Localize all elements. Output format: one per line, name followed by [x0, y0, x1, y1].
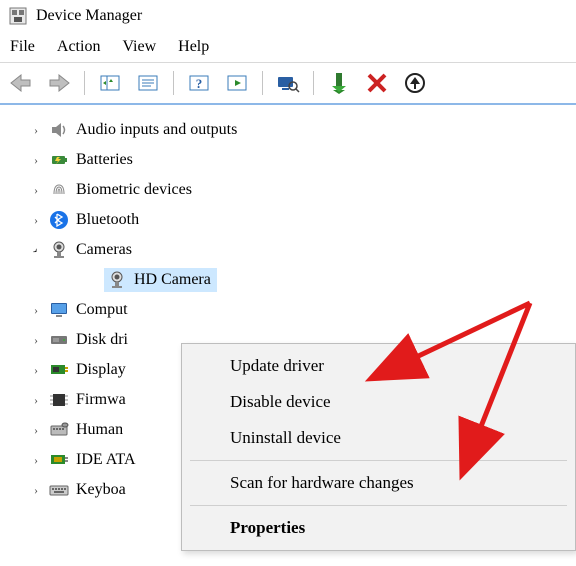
menu-disable-device[interactable]: Disable device: [182, 384, 575, 420]
chevron-right-icon[interactable]: ›: [30, 183, 42, 198]
disk-icon: [48, 329, 70, 351]
action-button[interactable]: [220, 68, 254, 98]
context-menu: Update driver Disable device Uninstall d…: [181, 343, 576, 551]
toolbar-separator: [84, 71, 85, 95]
chevron-right-icon[interactable]: ›: [30, 393, 42, 408]
menu-help[interactable]: Help: [178, 38, 209, 56]
menu-properties[interactable]: Properties: [182, 510, 575, 546]
tree-item-label: Biometric devices: [76, 181, 192, 199]
update-driver-button[interactable]: [398, 68, 432, 98]
window-title: Device Manager: [36, 7, 142, 25]
toolbar-separator: [313, 71, 314, 95]
chevron-right-icon[interactable]: ›: [30, 483, 42, 498]
forward-button[interactable]: [42, 68, 76, 98]
hid-icon: [48, 419, 70, 441]
menu-action[interactable]: Action: [57, 38, 101, 56]
tree-item-bluetooth[interactable]: › Bluetooth: [0, 205, 576, 235]
camera-icon: [106, 269, 128, 291]
tree-item-label: IDE ATA: [76, 451, 136, 469]
menu-view[interactable]: View: [122, 38, 156, 56]
tree-item-audio[interactable]: › Audio inputs and outputs: [0, 115, 576, 145]
toolbar-separator: [262, 71, 263, 95]
tree-item-label: Batteries: [76, 151, 133, 169]
display-adapter-icon: [48, 359, 70, 381]
keyboard-icon: [48, 479, 70, 501]
tree-item-hd-camera[interactable]: HD Camera: [0, 265, 576, 295]
battery-icon: [48, 149, 70, 171]
back-button[interactable]: [4, 68, 38, 98]
tree-item-biometric[interactable]: › Biometric devices: [0, 175, 576, 205]
svg-text:?: ?: [196, 76, 203, 91]
tree-item-cameras[interactable]: › Cameras: [0, 235, 576, 265]
chevron-right-icon[interactable]: ›: [30, 453, 42, 468]
disable-device-button[interactable]: [360, 68, 394, 98]
menu-bar: File Action View Help: [0, 34, 576, 63]
tree-item-computers[interactable]: › Comput: [0, 295, 576, 325]
menu-separator: [190, 460, 567, 461]
tree-item-label: Human: [76, 421, 123, 439]
menu-update-driver[interactable]: Update driver: [182, 348, 575, 384]
tree-item-label: Cameras: [76, 241, 132, 259]
show-hidden-button[interactable]: [93, 68, 127, 98]
tree-item-label: Comput: [76, 301, 128, 319]
tree-item-label: Keyboa: [76, 481, 126, 499]
tree-item-label: Bluetooth: [76, 211, 139, 229]
tree-item-label: Audio inputs and outputs: [76, 121, 237, 139]
tree-item-label: Display: [76, 361, 126, 379]
scan-hardware-button[interactable]: [271, 68, 305, 98]
chevron-down-icon[interactable]: ›: [26, 241, 45, 260]
menu-scan-hardware[interactable]: Scan for hardware changes: [182, 465, 575, 501]
firmware-icon: [48, 389, 70, 411]
monitor-icon: [48, 299, 70, 321]
chevron-right-icon[interactable]: ›: [30, 423, 42, 438]
chevron-right-icon[interactable]: ›: [30, 333, 42, 348]
tree-item-batteries[interactable]: › Batteries: [0, 145, 576, 175]
ide-icon: [48, 449, 70, 471]
help-button[interactable]: ?: [182, 68, 216, 98]
enable-device-button[interactable]: [322, 68, 356, 98]
menu-file[interactable]: File: [10, 38, 35, 56]
chevron-right-icon[interactable]: ›: [30, 153, 42, 168]
chevron-right-icon[interactable]: ›: [30, 123, 42, 138]
toolbar-separator: [173, 71, 174, 95]
tree-item-label: Disk dri: [76, 331, 128, 349]
speaker-icon: [48, 119, 70, 141]
chevron-right-icon[interactable]: ›: [30, 363, 42, 378]
tree-item-label: Firmwa: [76, 391, 126, 409]
tree-item-label: HD Camera: [134, 271, 211, 289]
chevron-right-icon[interactable]: ›: [30, 213, 42, 228]
menu-separator: [190, 505, 567, 506]
properties-button[interactable]: [131, 68, 165, 98]
camera-icon: [48, 239, 70, 261]
toolbar: ?: [0, 63, 576, 105]
device-manager-icon: [8, 6, 28, 26]
bluetooth-icon: [48, 209, 70, 231]
title-bar: Device Manager: [0, 0, 576, 34]
fingerprint-icon: [48, 179, 70, 201]
menu-uninstall-device[interactable]: Uninstall device: [182, 420, 575, 456]
chevron-right-icon[interactable]: ›: [30, 303, 42, 318]
